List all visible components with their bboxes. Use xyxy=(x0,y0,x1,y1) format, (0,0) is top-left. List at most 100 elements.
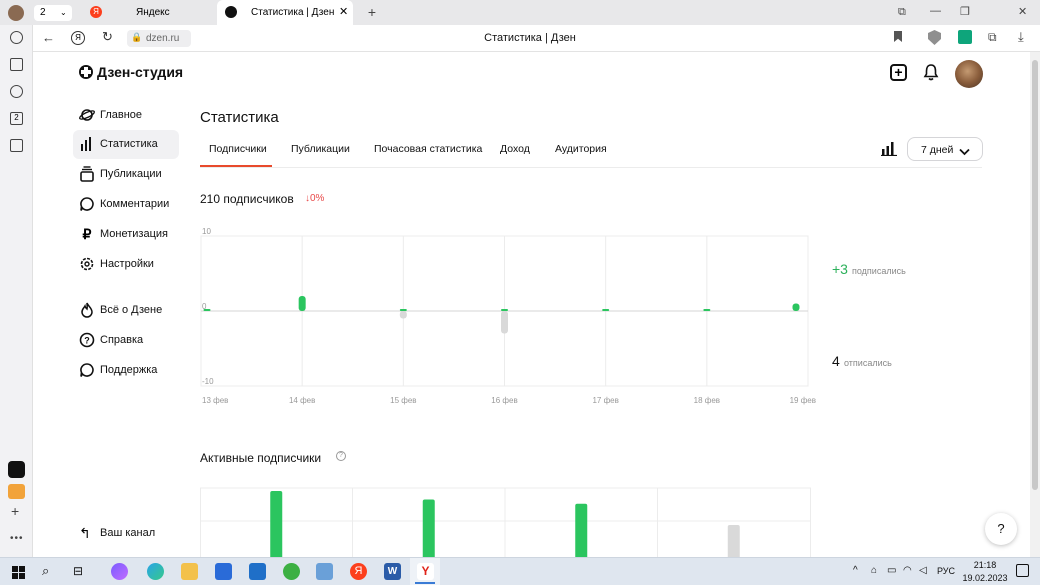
add-panel-icon[interactable]: + xyxy=(11,503,19,519)
notifications-icon[interactable] xyxy=(1016,564,1029,577)
clock-date[interactable]: 19.02.2023 xyxy=(960,573,1010,583)
scrollbar-thumb[interactable] xyxy=(1032,60,1038,490)
tabs-count-icon[interactable]: 2 xyxy=(10,112,23,125)
bookmarks-panel-icon[interactable]: ⧉ xyxy=(988,30,997,45)
tabs-divider xyxy=(200,167,982,168)
tab-audience[interactable]: Аудитория xyxy=(555,143,607,155)
bell-icon[interactable] xyxy=(923,64,939,81)
subscribed-value: +3 xyxy=(832,261,848,277)
tab-counter[interactable]: 2 ⌄ xyxy=(34,5,72,21)
x-tick-label: 13 фев xyxy=(202,396,228,405)
play-icon[interactable] xyxy=(10,85,23,98)
history-icon[interactable] xyxy=(10,31,23,44)
bar-active xyxy=(727,525,740,557)
tab-publications[interactable]: Публикации xyxy=(291,143,350,155)
utorrent-icon[interactable] xyxy=(283,563,300,580)
sidebar-item-monetization[interactable]: ₽ Монетизация xyxy=(73,220,179,249)
tab-hourly[interactable]: Почасовая статистика xyxy=(374,143,482,155)
gear-icon xyxy=(79,256,95,272)
alice-icon[interactable] xyxy=(8,461,25,478)
collections-rail-icon[interactable] xyxy=(10,58,23,71)
wifi-icon[interactable]: ◠ xyxy=(903,565,912,576)
language-indicator[interactable]: РУС xyxy=(937,566,955,576)
close-tab-icon[interactable]: ✕ xyxy=(339,0,348,25)
chevron-down-icon xyxy=(959,143,970,156)
collections-icon[interactable]: ⧉ xyxy=(898,6,906,19)
tray-app-icon[interactable]: ⌂ xyxy=(871,565,877,576)
period-select[interactable]: 7 дней xyxy=(907,137,983,161)
y-tick-label: -10 xyxy=(202,377,214,386)
sidebar-item-your-channel[interactable]: ↰ Ваш канал xyxy=(73,519,179,548)
tab-income[interactable]: Доход xyxy=(500,143,530,155)
page-title-center: Статистика | Дзен xyxy=(484,32,576,44)
sidebar-item-support[interactable]: Поддержка xyxy=(73,356,179,385)
sidebar-item-statistics[interactable]: Статистика xyxy=(73,130,179,159)
page-heading: Статистика xyxy=(200,109,279,126)
svg-text:?: ? xyxy=(84,336,90,346)
word-icon[interactable]: W xyxy=(384,563,401,580)
search-icon[interactable]: ⌕ xyxy=(42,563,49,579)
minimize-icon[interactable]: — xyxy=(930,5,941,17)
active-app-indicator xyxy=(415,582,435,584)
restore-icon[interactable]: ❐ xyxy=(960,5,970,18)
ruble-icon: ₽ xyxy=(82,226,92,242)
scrollbar[interactable] xyxy=(1030,52,1040,557)
file-explorer-icon[interactable] xyxy=(181,563,198,580)
network-app-icon[interactable] xyxy=(316,563,333,580)
alice-taskbar-icon[interactable] xyxy=(111,563,128,580)
bar-subscribed xyxy=(602,309,610,311)
sidebar-item-publications[interactable]: Публикации xyxy=(73,160,179,189)
mail-icon[interactable] xyxy=(8,484,25,499)
unsubscribed-value: 4 xyxy=(832,353,840,369)
chevron-down-icon: ⌄ xyxy=(60,8,67,17)
more-icon[interactable]: ••• xyxy=(10,533,24,544)
clock-time[interactable]: 21:18 xyxy=(960,560,1010,570)
yandex-logo-icon: Я xyxy=(90,6,102,18)
close-window-icon[interactable]: ✕ xyxy=(1018,5,1027,18)
yandex-taskbar-icon[interactable]: Я xyxy=(350,563,367,580)
new-tab-button[interactable]: + xyxy=(364,4,380,20)
downloads-icon[interactable]: ⤓ xyxy=(1018,29,1024,45)
mail-app-icon[interactable] xyxy=(249,563,266,580)
screenshot-icon[interactable] xyxy=(10,139,23,152)
x-tick-label: 18 фев xyxy=(694,396,720,405)
subscribers-chart: 100-1013 фев 14 фев 15 фев 16 фев 17 фев 18 ф… xyxy=(200,227,816,405)
profile-avatar-icon[interactable] xyxy=(8,5,24,21)
bar-subscribed xyxy=(501,309,508,311)
store-icon[interactable] xyxy=(215,563,232,580)
sidebar-item-help[interactable]: ? Справка xyxy=(73,326,179,355)
bar-active xyxy=(422,499,435,557)
stack-icon xyxy=(79,166,95,182)
dzen-logo-icon xyxy=(225,6,237,18)
sidebar-item-main[interactable]: Главное xyxy=(73,101,179,130)
edge-icon[interactable] xyxy=(147,563,164,580)
planet-icon xyxy=(79,107,95,123)
sidebar-item-settings[interactable]: Настройки xyxy=(73,250,179,279)
help-button[interactable]: ? xyxy=(985,513,1017,545)
tab-yandex[interactable]: Я Яндекс xyxy=(88,0,216,25)
volume-icon[interactable]: ◁ xyxy=(919,565,927,576)
x-tick-label: 16 фев xyxy=(491,396,517,405)
sidebar-item-comments[interactable]: Комментарии xyxy=(73,190,179,219)
chart-type-icon[interactable] xyxy=(881,141,897,157)
battery-icon[interactable]: ▭ xyxy=(887,565,896,576)
yandex-browser-taskbar-icon[interactable]: Y xyxy=(417,563,434,580)
windows-start-icon[interactable] xyxy=(12,566,25,579)
tab-subscribers[interactable]: Подписчики xyxy=(209,143,267,155)
unsubscribed-label: отписались xyxy=(844,358,892,368)
tab-statistics[interactable]: Статистика | Дзен ✕ xyxy=(217,0,353,25)
browser-tab-bar: 2 ⌄ Я Яндекс Статистика | Дзен ✕ + ⧉ — ❐… xyxy=(0,0,1040,25)
active-subscribers-title: Активные подписчики xyxy=(200,451,322,465)
sidebar-item-about[interactable]: Всё о Дзене xyxy=(73,296,179,325)
question-icon: ? xyxy=(79,332,95,348)
comment-icon xyxy=(79,196,95,212)
info-icon[interactable]: ? xyxy=(336,451,346,461)
task-view-icon[interactable]: ⊟ xyxy=(73,564,83,578)
subscribers-count: 210 подписчиков xyxy=(200,192,294,206)
dzen-studio-logo-icon[interactable] xyxy=(79,65,93,79)
user-avatar[interactable] xyxy=(955,60,983,88)
studio-logo-text[interactable]: Дзен-студия xyxy=(97,64,183,80)
create-icon[interactable]: + xyxy=(890,64,907,81)
tray-chevron-icon[interactable]: ^ xyxy=(853,565,858,576)
extension-icon[interactable] xyxy=(958,30,972,44)
